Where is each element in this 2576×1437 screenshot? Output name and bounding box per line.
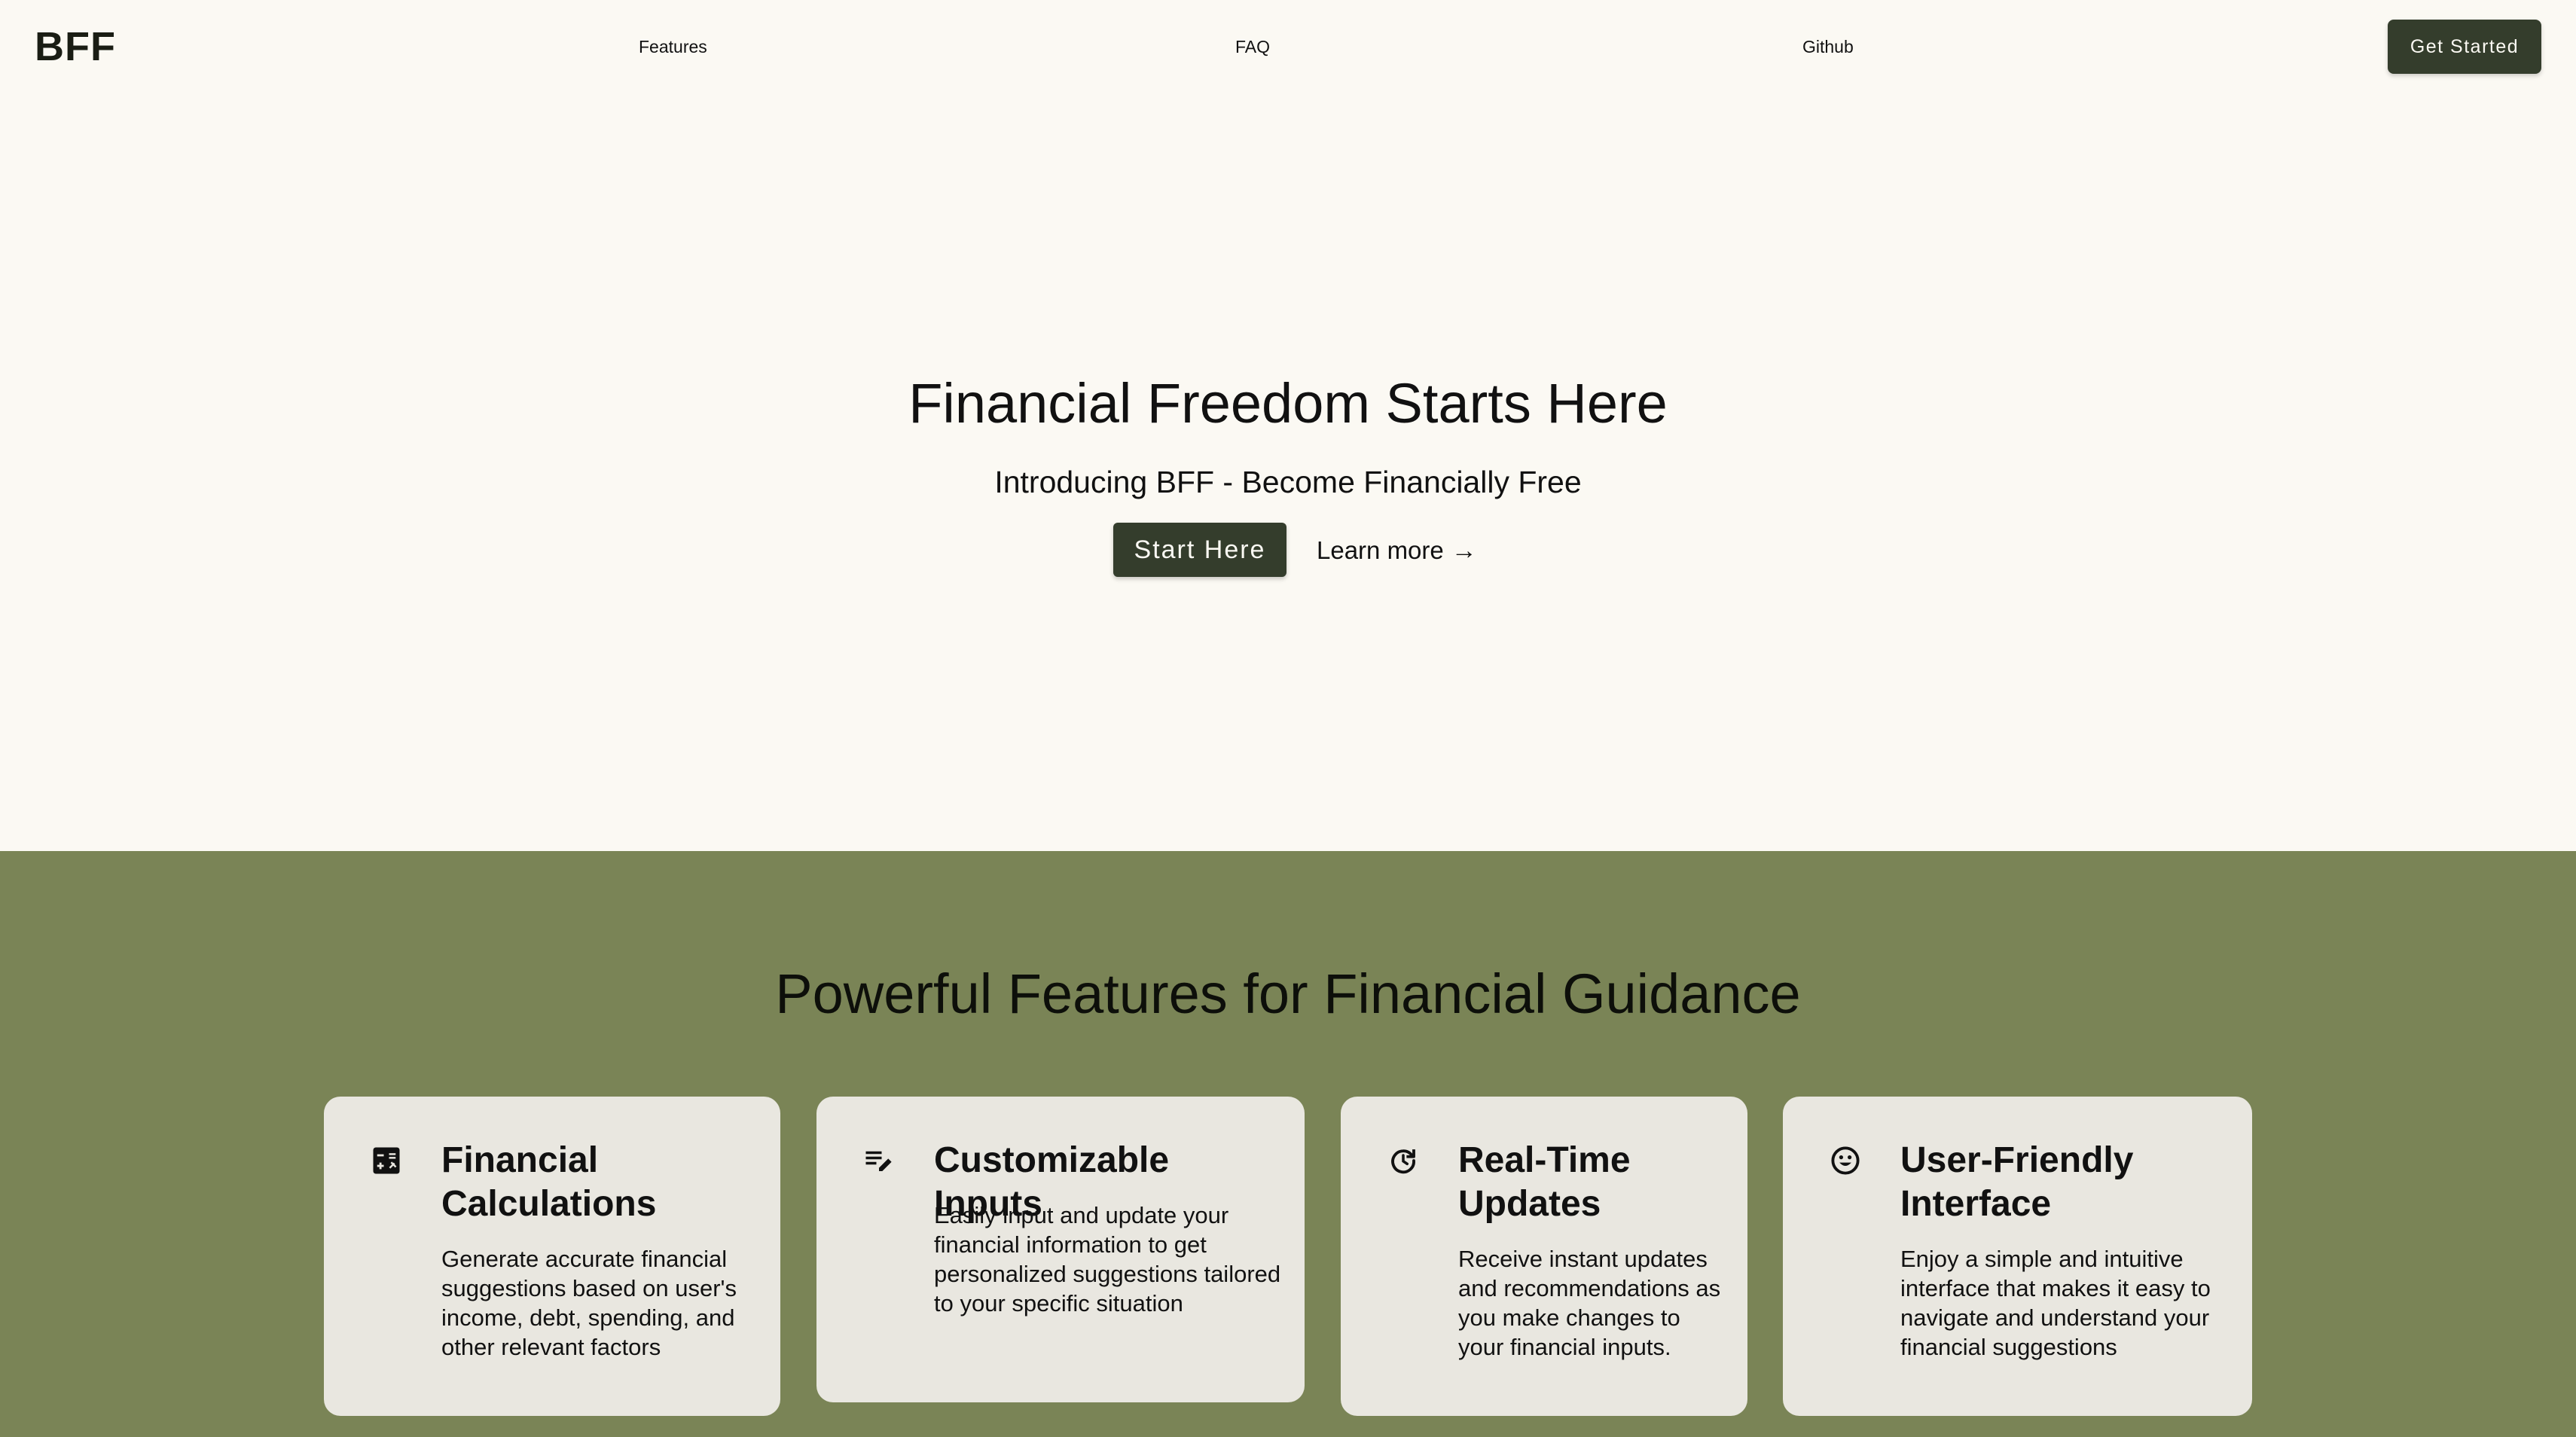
nav-link-github[interactable]: Github	[1802, 33, 1854, 60]
feature-card-real-time-updates: Real-Time Updates Receive instant update…	[1341, 1097, 1747, 1416]
top-nav: BFF Features FAQ Github Get Started	[0, 0, 2576, 95]
page: BFF Features FAQ Github Get Started Fina…	[0, 0, 2576, 1437]
features-section: Powerful Features for Financial Guidance…	[0, 851, 2576, 1437]
features-title: Powerful Features for Financial Guidance	[775, 963, 1801, 1025]
card-text: Generate accurate financial suggestions …	[441, 1246, 737, 1360]
learn-more-link[interactable]: Learn more →	[1317, 530, 1477, 571]
card-text: Easily input and update your financial i…	[934, 1202, 1281, 1316]
hero-title: Financial Freedom Starts Here	[908, 372, 1668, 435]
smiley-face-icon	[1830, 1145, 1861, 1176]
nav-link-features[interactable]: Features	[639, 33, 707, 60]
card-text: Receive instant updates and recommendati…	[1458, 1246, 1721, 1360]
start-here-button[interactable]: Start Here	[1113, 523, 1286, 577]
feature-card-user-friendly-interface: User-Friendly Interface Enjoy a simple a…	[1783, 1097, 2252, 1416]
calculator-icon	[371, 1145, 402, 1176]
refresh-icon	[1387, 1145, 1419, 1176]
feature-card-financial-calculations: Financial Calculations Generate accurate…	[324, 1097, 780, 1416]
hero-subtitle: Introducing BFF - Become Financially Fre…	[994, 465, 1582, 499]
edit-list-icon	[863, 1145, 895, 1176]
card-title: Financial Calculations	[441, 1140, 657, 1224]
card-title: User-Friendly Interface	[1900, 1140, 2134, 1224]
learn-more-label: Learn more	[1317, 536, 1444, 564]
get-started-button[interactable]: Get Started	[2388, 20, 2541, 74]
feature-card-customizable-inputs: Customizable Inputs Easily input and upd…	[816, 1097, 1305, 1402]
nav-link-faq[interactable]: FAQ	[1235, 33, 1270, 60]
arrow-right-icon: →	[1451, 536, 1477, 565]
logo[interactable]: BFF	[35, 21, 116, 72]
card-text: Enjoy a simple and intuitive interface t…	[1900, 1246, 2211, 1360]
card-title: Real-Time Updates	[1458, 1140, 1631, 1224]
